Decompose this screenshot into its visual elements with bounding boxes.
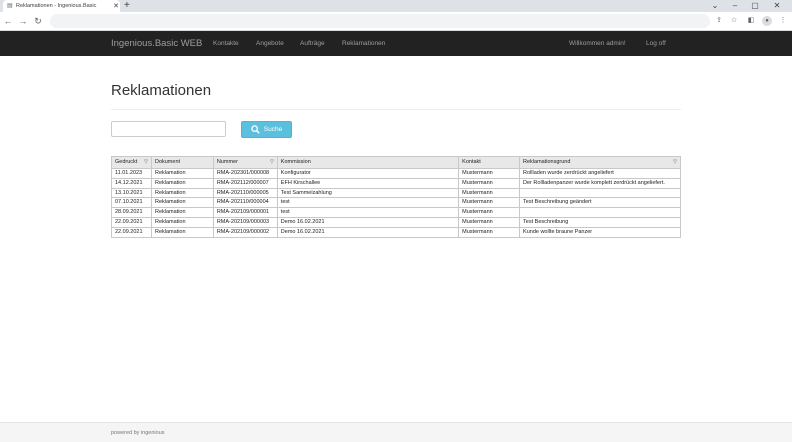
menu-kebab-icon[interactable]: ⋮ [778, 14, 788, 28]
cell-kommission: Test Sammelzahlung [276, 187, 460, 199]
search-input[interactable] [111, 121, 226, 137]
cell-dokument: Reklamation [150, 207, 214, 218]
cell-gedruckt: 14.12.2021 [111, 177, 152, 189]
title-divider [111, 109, 681, 110]
logoff-link[interactable]: Log off [646, 31, 666, 56]
cell-nummer: RMA-202109/000001 [212, 207, 278, 218]
cell-kontakt: Mustermann [458, 216, 521, 228]
new-tab-button[interactable]: + [124, 0, 130, 12]
cell-gedruckt: 13.10.2021 [111, 187, 152, 199]
cell-reklamationsgrund [519, 207, 681, 218]
cell-kommission: Demo 16.02.2021 [276, 226, 460, 238]
cell-gedruckt: 22.09.2021 [111, 226, 152, 238]
cell-gedruckt: 28.09.2021 [111, 207, 152, 218]
browser-tab-strip: ▤ Reklamationen - Ingenious.Basic ✕ + ⌄ … [0, 0, 792, 12]
cell-kommission: test [276, 197, 460, 209]
filter-icon[interactable]: ▽ [673, 158, 677, 168]
tab-search-icon[interactable]: ⌄ [708, 0, 722, 12]
cell-gedruckt: 07.10.2021 [111, 197, 152, 209]
column-header-nummer[interactable]: Nummer ▽ [212, 156, 278, 169]
cell-nummer: RMA-202109/000003 [212, 216, 278, 228]
cell-kommission: test [276, 207, 460, 218]
app-navbar: Ingenious.Basic WEB Kontakte Angebote Au… [0, 31, 792, 56]
page-footer: powered by ingenious [0, 422, 792, 442]
welcome-link[interactable]: Willkommen admin! [569, 31, 626, 56]
search-icon [251, 125, 260, 134]
share-icon[interactable]: ⇪ [714, 14, 724, 28]
brand-link[interactable]: Ingenious.Basic WEB [111, 31, 202, 56]
side-panel-icon[interactable]: ◧ [746, 14, 756, 28]
page-icon: ▤ [7, 3, 13, 9]
table-row[interactable]: 22.09.2021 Reklamation RMA-202109/000002… [111, 226, 681, 238]
filter-icon[interactable]: ▽ [144, 158, 148, 168]
browser-tab[interactable]: ▤ Reklamationen - Ingenious.Basic ✕ [3, 0, 120, 12]
cell-dokument: Reklamation [150, 177, 214, 189]
cell-nummer: RMA-202112/000007 [212, 177, 278, 189]
maximize-button[interactable]: ▢ [748, 0, 762, 12]
cell-gedruckt: 11.01.2023 [111, 168, 152, 179]
cell-reklamationsgrund: Rollladen wurde zerdrückt angeliefert [519, 168, 681, 179]
filter-icon[interactable]: ▽ [270, 158, 274, 168]
reload-icon[interactable]: ↻ [33, 14, 43, 28]
cell-reklamationsgrund: Test Beschreibung [519, 216, 681, 228]
column-header-dokument[interactable]: Dokument [150, 156, 214, 169]
cell-kontakt: Mustermann [458, 197, 521, 209]
cell-kommission: EFH Kirschallee [276, 177, 460, 189]
cell-kontakt: Mustermann [458, 187, 521, 199]
table-row[interactable]: 22.09.2021 Reklamation RMA-202109/000003… [111, 216, 681, 228]
table-row[interactable]: 11.01.2023 Reklamation RMA-202301/000008… [111, 168, 681, 179]
cell-kontakt: Mustermann [458, 177, 521, 189]
cell-kontakt: Mustermann [458, 168, 521, 179]
cell-dokument: Reklamation [150, 168, 214, 179]
cell-kontakt: Mustermann [458, 226, 521, 238]
cell-dokument: Reklamation [150, 187, 214, 199]
column-header-kontakt[interactable]: Kontakt [458, 156, 521, 169]
search-button[interactable]: Suche [241, 121, 292, 138]
tab-close-icon[interactable]: ✕ [112, 2, 120, 10]
footer-text: powered by ingenious [111, 430, 165, 436]
back-arrow-icon[interactable]: ← [3, 14, 13, 28]
cell-kontakt: Mustermann [458, 207, 521, 218]
table-row[interactable]: 14.12.2021 Reklamation RMA-202112/000007… [111, 177, 681, 189]
column-header-reklamationsgrund[interactable]: Reklamationsgrund ▽ [519, 156, 681, 169]
close-window-button[interactable]: ✕ [770, 0, 784, 12]
cell-reklamationsgrund: Kunde wollte braune Panzer [519, 226, 681, 238]
nav-link-angebote[interactable]: Angebote [256, 31, 284, 56]
cell-reklamationsgrund: Der Rollladenpanzer wurde komplett zerdr… [519, 177, 681, 189]
table-row[interactable]: 28.09.2021 Reklamation RMA-202109/000001… [111, 207, 681, 218]
cell-dokument: Reklamation [150, 216, 214, 228]
nav-link-auftraege[interactable]: Aufträge [300, 31, 325, 56]
browser-toolbar: ← → ↻ ⇪ ☆ ◧ ● ⋮ [0, 12, 792, 31]
table-row[interactable]: 07.10.2021 Reklamation RMA-202110/000004… [111, 197, 681, 209]
cell-gedruckt: 22.09.2021 [111, 216, 152, 228]
cell-nummer: RMA-202301/000008 [212, 168, 278, 179]
nav-link-kontakte[interactable]: Kontakte [213, 31, 239, 56]
cell-kommission: Konfigurator [276, 168, 460, 179]
cell-nummer: RMA-202109/000002 [212, 226, 278, 238]
cell-dokument: Reklamation [150, 226, 214, 238]
minimize-button[interactable]: – [728, 0, 742, 12]
forward-arrow-icon[interactable]: → [18, 14, 28, 28]
column-header-kommission[interactable]: Kommission [276, 156, 460, 169]
search-button-label: Suche [263, 126, 283, 133]
nav-link-reklamationen[interactable]: Reklamationen [342, 31, 385, 56]
column-header-gedruckt[interactable]: Gedruckt ▽ [111, 156, 152, 169]
table-row[interactable]: 13.10.2021 Reklamation RMA-202110/000005… [111, 187, 681, 199]
cell-nummer: RMA-202110/000005 [212, 187, 278, 199]
tab-title: Reklamationen - Ingenious.Basic [16, 3, 97, 9]
cell-reklamationsgrund [519, 187, 681, 199]
cell-nummer: RMA-202110/000004 [212, 197, 278, 209]
page-title: Reklamationen [111, 82, 212, 99]
cell-dokument: Reklamation [150, 197, 214, 209]
profile-avatar-icon[interactable]: ● [762, 16, 772, 26]
bookmark-star-icon[interactable]: ☆ [729, 14, 739, 28]
cell-kommission: Demo 16.02.2021 [276, 216, 460, 228]
address-bar[interactable] [50, 14, 710, 28]
cell-reklamationsgrund: Test Beschreibung geändert [519, 197, 681, 209]
reklamationen-table: Gedruckt ▽ Dokument Nummer ▽ Kommission Ko… [111, 156, 681, 238]
table-header-row: Gedruckt ▽ Dokument Nummer ▽ Kommission Ko… [111, 156, 681, 169]
